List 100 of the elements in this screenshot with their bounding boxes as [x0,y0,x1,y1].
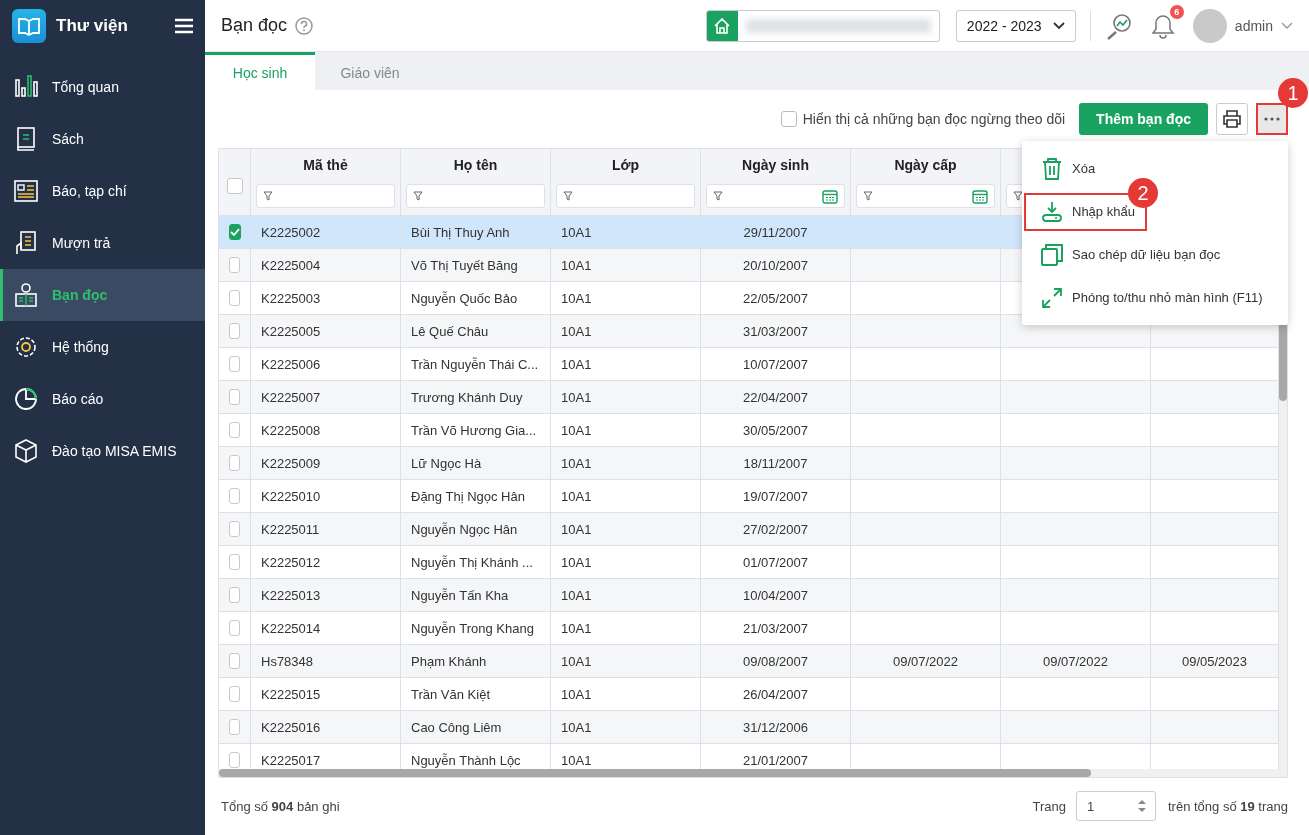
table-cell: K2225013 [251,579,401,612]
table-cell: 10A1 [551,447,701,480]
filter-icon [563,191,573,201]
table-cell: 09/08/2007 [701,645,851,678]
table-cell: Nguyễn Tấn Kha [401,579,551,612]
menu-item[interactable]: Xóa [1024,149,1108,188]
filter-icon [263,191,273,201]
column-header: Mã thẻ [303,156,348,175]
notification-badge: 6 [1169,4,1184,19]
user-menu[interactable]: admin [1192,8,1293,43]
filter-field[interactable] [256,184,395,208]
row-checkbox[interactable] [229,323,240,339]
school-selector[interactable] [705,9,940,42]
column-header: Lớp [611,156,640,175]
printer-icon [1222,109,1242,129]
table-cell: Võ Thị Tuyết Băng [401,249,551,282]
column-header: Họ tên [453,156,498,175]
more-button[interactable] [1256,103,1288,135]
calendar-icon[interactable] [822,188,838,204]
sidebar-item[interactable]: Tổng quan [0,61,205,113]
table-cell: Lê Quế Châu [401,315,551,348]
table-cell: K2225004 [251,249,401,282]
sidebar-item[interactable]: Sách [0,113,205,165]
row-checkbox[interactable] [229,290,240,306]
spinner-arrows-icon [1137,798,1147,814]
filter-field[interactable] [856,184,995,208]
app-title: Thư viện [56,16,129,36]
table-cell: Trương Khánh Duy [401,381,551,414]
print-button[interactable] [1216,103,1248,135]
table-cell: Phạm Khánh [401,645,551,678]
table-cell: 10A1 [551,579,701,612]
row-checkbox[interactable] [229,455,240,471]
row-checkbox[interactable] [229,257,240,273]
table-cell: 27/02/2007 [701,513,851,546]
row-checkbox[interactable] [229,422,240,438]
menu-item[interactable]: Phóng to/thu nhỏ màn hình (F11) [1024,278,1275,317]
library-logo-icon [12,9,46,43]
menu-item[interactable]: Sao chép dữ liệu bạn đọc [1024,235,1233,274]
filter-icon [413,191,423,201]
sidebar-item[interactable]: Đào tạo MISA EMIS [0,425,205,477]
pie-chart-icon [13,386,39,412]
row-checkbox[interactable] [229,488,240,504]
filter-field[interactable] [556,184,695,208]
table-cell: 22/04/2007 [701,381,851,414]
import-icon [1040,199,1064,224]
row-checkbox[interactable] [229,224,241,240]
row-checkbox[interactable] [229,620,240,636]
filter-icon [713,191,723,201]
table-cell: 31/03/2007 [701,315,851,348]
calendar-icon[interactable] [972,188,988,204]
table-cell: 18/11/2007 [701,447,851,480]
table-cell: Hs78348 [251,645,401,678]
horizontal-scrollbar[interactable] [219,769,1279,777]
row-checkbox[interactable] [229,686,240,702]
select-all-checkbox[interactable] [226,178,243,194]
row-checkbox[interactable] [229,356,240,372]
row-checkbox[interactable] [229,554,240,570]
notification-bell-icon[interactable] [1150,12,1175,39]
ellipsis-icon [1264,117,1280,121]
row-checkbox[interactable] [229,389,240,405]
table-cell: K2225011 [251,513,401,546]
sidebar-item[interactable]: Báo, tạp chí [0,165,205,217]
filter-field[interactable] [706,184,845,208]
table-cell: 09/07/2022 [1001,645,1151,678]
table-cell: 10A1 [551,315,701,348]
table-cell: 10/04/2007 [701,579,851,612]
table-cell: Lữ Ngọc Hà [401,447,551,480]
sidebar-item[interactable]: Hệ thống [0,321,205,373]
row-checkbox[interactable] [229,587,240,603]
table-cell: 10A1 [551,381,701,414]
hand-document-icon [13,230,39,256]
user-name: admin [1234,17,1273,34]
table-cell: K2225005 [251,315,401,348]
sidebar-item[interactable]: Mượn trả [0,217,205,269]
newspaper-icon [13,178,39,204]
table-cell: 29/11/2007 [701,216,851,249]
table-cell: K2225009 [251,447,401,480]
gear-icon [13,334,39,360]
row-checkbox[interactable] [229,653,240,669]
row-checkbox[interactable] [229,719,240,735]
sidebar-item[interactable]: Bạn đọc [0,269,205,321]
row-checkbox[interactable] [229,521,240,537]
home-icon [713,16,732,35]
row-checkbox[interactable] [229,752,240,768]
table-cell: Cao Công Liêm [401,711,551,744]
table-cell: 10A1 [551,249,701,282]
table-cell: K2225016 [251,711,401,744]
chevron-down-icon [1281,21,1293,30]
help-icon[interactable] [295,16,314,35]
avatar-icon [1192,8,1227,43]
page-number-field[interactable]: 1 [1076,791,1156,821]
menu-icon[interactable] [175,18,193,34]
chevron-down-icon [1052,21,1065,30]
year-dropdown[interactable]: 2022 - 2023 [955,9,1076,42]
sidebar-item[interactable]: Báo cáo [0,373,205,425]
record-count: Tổng số 904 bản ghi [221,798,340,814]
table-cell: K2225002 [251,216,401,249]
table-cell: K2225007 [251,381,401,414]
filter-field[interactable] [406,184,545,208]
table-cell: Bùi Thị Thuy Anh [401,216,551,249]
